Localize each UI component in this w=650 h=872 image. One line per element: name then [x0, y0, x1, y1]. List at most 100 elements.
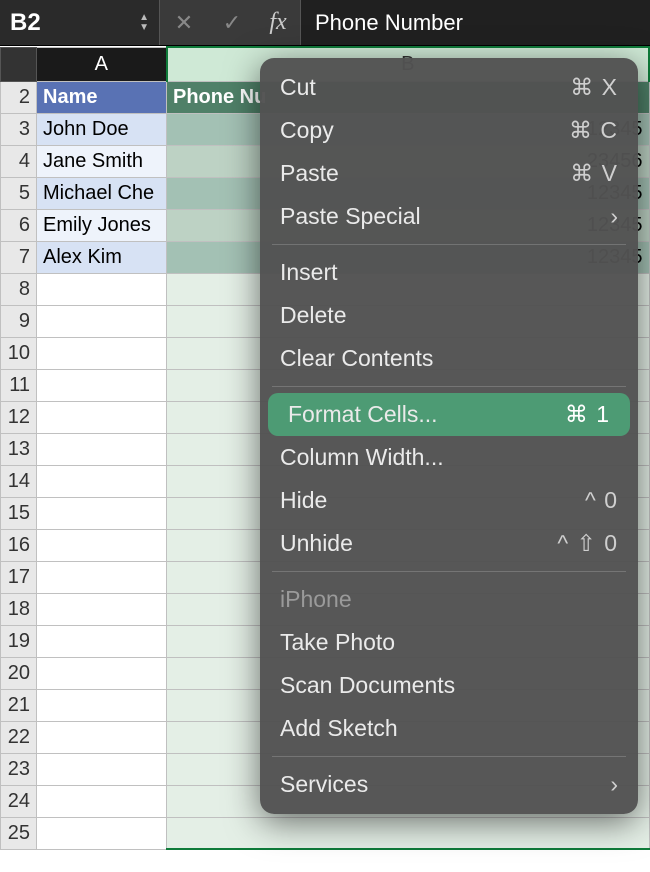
menu-item-column-width[interactable]: Column Width...: [260, 436, 638, 479]
chevron-right-icon: ›: [610, 771, 618, 798]
row-header[interactable]: 16: [1, 529, 37, 561]
row-header[interactable]: 8: [1, 273, 37, 305]
cell[interactable]: [37, 753, 167, 785]
cell[interactable]: [37, 625, 167, 657]
cell[interactable]: Alex Kim: [37, 241, 167, 273]
menu-item-iphone: iPhone: [260, 578, 638, 621]
name-box[interactable]: B2 ▲ ▼: [0, 0, 160, 45]
row-header[interactable]: 15: [1, 497, 37, 529]
menu-item-take-photo[interactable]: Take Photo: [260, 621, 638, 664]
close-icon: ✕: [175, 10, 193, 36]
menu-shortcut: ⌘ V: [570, 160, 618, 187]
menu-label: Take Photo: [280, 629, 618, 656]
cell[interactable]: [37, 337, 167, 369]
row-header[interactable]: 18: [1, 593, 37, 625]
row-header[interactable]: 9: [1, 305, 37, 337]
row-header[interactable]: 4: [1, 145, 37, 177]
menu-label: Add Sketch: [280, 715, 618, 742]
row-header[interactable]: 5: [1, 177, 37, 209]
menu-label: Paste Special: [280, 203, 610, 230]
menu-item-insert[interactable]: Insert: [260, 251, 638, 294]
menu-item-paste-special[interactable]: Paste Special ›: [260, 195, 638, 238]
cell[interactable]: [37, 785, 167, 817]
cell[interactable]: Jane Smith: [37, 145, 167, 177]
cell[interactable]: Emily Jones: [37, 209, 167, 241]
menu-label: Scan Documents: [280, 672, 618, 699]
chevron-right-icon: ›: [610, 203, 618, 230]
menu-separator: [272, 386, 626, 387]
menu-item-clear-contents[interactable]: Clear Contents: [260, 337, 638, 380]
row-header[interactable]: 21: [1, 689, 37, 721]
name-box-stepper[interactable]: ▲ ▼: [139, 14, 149, 32]
row-header[interactable]: 3: [1, 113, 37, 145]
cell[interactable]: [37, 529, 167, 561]
menu-shortcut: ⌘ C: [569, 117, 618, 144]
menu-shortcut: ⌘ X: [570, 74, 618, 101]
row-header[interactable]: 2: [1, 81, 37, 113]
row-header[interactable]: 14: [1, 465, 37, 497]
menu-item-format-cells[interactable]: Format Cells... ⌘ 1: [268, 393, 630, 436]
cell[interactable]: [37, 561, 167, 593]
menu-item-cut[interactable]: Cut ⌘ X: [260, 66, 638, 109]
fx-label[interactable]: fx: [256, 0, 300, 45]
formula-input[interactable]: Phone Number: [300, 0, 650, 45]
menu-label: Delete: [280, 302, 618, 329]
row-header[interactable]: 24: [1, 785, 37, 817]
row-header[interactable]: 23: [1, 753, 37, 785]
menu-item-copy[interactable]: Copy ⌘ C: [260, 109, 638, 152]
table-row[interactable]: 25: [1, 817, 650, 849]
menu-separator: [272, 244, 626, 245]
row-header[interactable]: 22: [1, 721, 37, 753]
row-header[interactable]: 11: [1, 369, 37, 401]
menu-shortcut: ^ ⇧ 0: [557, 530, 618, 557]
row-header[interactable]: 12: [1, 401, 37, 433]
cell[interactable]: [37, 689, 167, 721]
confirm-edit-button[interactable]: ✓: [208, 0, 256, 45]
cell[interactable]: [37, 657, 167, 689]
cell[interactable]: [37, 401, 167, 433]
menu-item-services[interactable]: Services ›: [260, 763, 638, 806]
row-header[interactable]: 17: [1, 561, 37, 593]
menu-label: Clear Contents: [280, 345, 618, 372]
cell[interactable]: [37, 433, 167, 465]
cell[interactable]: [37, 305, 167, 337]
menu-label: Hide: [280, 487, 585, 514]
cell[interactable]: [37, 369, 167, 401]
menu-item-paste[interactable]: Paste ⌘ V: [260, 152, 638, 195]
cell[interactable]: [37, 273, 167, 305]
cell[interactable]: John Doe: [37, 113, 167, 145]
row-header[interactable]: 25: [1, 817, 37, 849]
formula-bar: B2 ▲ ▼ ✕ ✓ fx Phone Number: [0, 0, 650, 46]
menu-shortcut: ⌘ 1: [565, 401, 610, 428]
cell[interactable]: Michael Che: [37, 177, 167, 209]
formula-value: Phone Number: [315, 10, 463, 36]
cell[interactable]: [37, 721, 167, 753]
menu-item-scan-documents[interactable]: Scan Documents: [260, 664, 638, 707]
menu-label: Paste: [280, 160, 570, 187]
menu-item-delete[interactable]: Delete: [260, 294, 638, 337]
row-header[interactable]: 10: [1, 337, 37, 369]
cell[interactable]: [37, 497, 167, 529]
menu-label: Cut: [280, 74, 570, 101]
menu-label: Column Width...: [280, 444, 618, 471]
cell-name-header[interactable]: Name: [37, 81, 167, 113]
menu-item-unhide[interactable]: Unhide ^ ⇧ 0: [260, 522, 638, 565]
row-header[interactable]: 6: [1, 209, 37, 241]
cell-reference: B2: [10, 9, 139, 37]
row-header[interactable]: 13: [1, 433, 37, 465]
menu-item-add-sketch[interactable]: Add Sketch: [260, 707, 638, 750]
select-all-corner[interactable]: [1, 47, 37, 81]
menu-label: Insert: [280, 259, 618, 286]
row-header[interactable]: 20: [1, 657, 37, 689]
cell[interactable]: [37, 593, 167, 625]
row-header[interactable]: 7: [1, 241, 37, 273]
cell[interactable]: [167, 817, 650, 849]
column-header-A[interactable]: A: [37, 47, 167, 81]
cancel-edit-button[interactable]: ✕: [160, 0, 208, 45]
menu-separator: [272, 571, 626, 572]
menu-label: Unhide: [280, 530, 557, 557]
row-header[interactable]: 19: [1, 625, 37, 657]
cell[interactable]: [37, 465, 167, 497]
cell[interactable]: [37, 817, 167, 849]
menu-item-hide[interactable]: Hide ^ 0: [260, 479, 638, 522]
